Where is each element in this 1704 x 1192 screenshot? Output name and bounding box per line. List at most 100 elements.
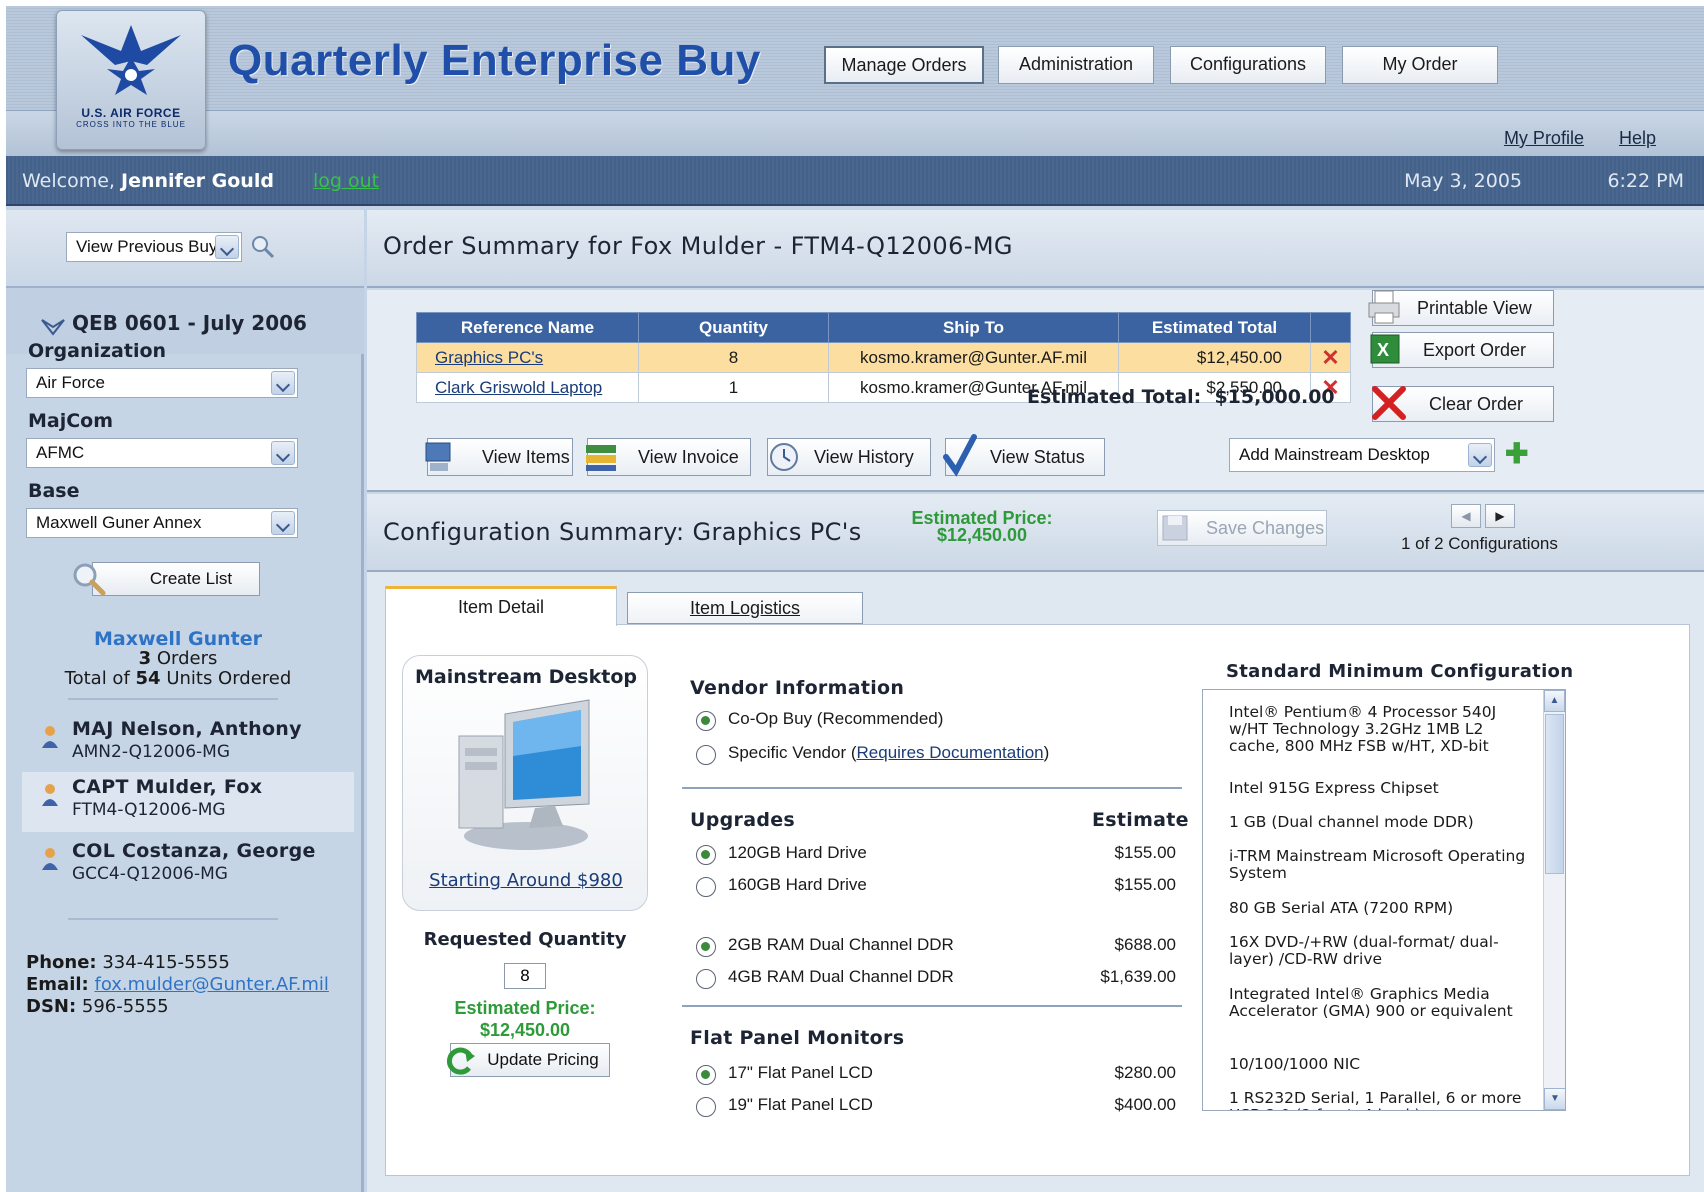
create-list-button[interactable]: Create List (73, 562, 260, 596)
export-order-label: Export Order (1423, 340, 1527, 360)
upgrade-radio[interactable] (696, 877, 716, 897)
scroll-up-icon[interactable]: ▲ (1544, 690, 1565, 712)
quantity-cell: 8 (638, 342, 829, 373)
current-date: May 3, 2005 (1404, 170, 1522, 192)
item-detail-panel: Mainstream Desktop Starting Around $980 (385, 624, 1690, 1176)
scrollbar[interactable]: ▲ ▼ (1543, 690, 1565, 1110)
scroll-down-icon[interactable]: ▼ (1544, 1088, 1565, 1110)
item-price-label: Estimated Price: (454, 998, 596, 1018)
help-link[interactable]: Help (1619, 128, 1656, 148)
co-op-buy-label: Co-Op Buy (Recommended) (728, 709, 944, 728)
ship-to-cell: kosmo.kramer@Gunter.AF.mil (828, 342, 1119, 373)
monitor-radio[interactable] (696, 1097, 716, 1117)
air-force-logo[interactable]: U.S. AIR FORCE CROSS INTO THE BLUE (56, 10, 206, 150)
view-invoice-button[interactable]: View Invoice (586, 438, 751, 476)
app-frame: U.S. AIR FORCE CROSS INTO THE BLUE Quart… (6, 6, 1704, 1192)
delete-icon[interactable]: ✕ (1310, 342, 1351, 373)
upgrade-label: 120GB Hard Drive (728, 843, 867, 862)
person-item-selected[interactable]: CAPT Mulder, Fox FTM4-Q12006-MG (22, 772, 354, 832)
refresh-icon (446, 1047, 475, 1075)
search-icon[interactable] (250, 234, 276, 260)
orders-summary: 3 Orders (6, 648, 350, 669)
requires-documentation-link[interactable]: Requires Documentation (857, 743, 1044, 762)
units-prefix: Total of (64, 668, 130, 689)
upgrade-price: $1,639.00 (1100, 967, 1176, 986)
export-order-button[interactable]: X Export Order (1370, 332, 1554, 368)
clear-order-button[interactable]: Clear Order (1372, 386, 1554, 422)
section-divider (682, 787, 1182, 789)
table-row[interactable]: Graphics PC's 8 kosmo.kramer@Gunter.AF.m… (416, 342, 1351, 373)
requested-quantity-input[interactable] (504, 963, 546, 989)
email-link[interactable]: fox.mulder@Gunter.AF.mil (94, 974, 328, 995)
invoice-icon (586, 445, 616, 471)
my-profile-link[interactable]: My Profile (1504, 128, 1584, 148)
spec-item: i-TRM Mainstream Microsoft Operating Sys… (1229, 847, 1526, 882)
base-select[interactable]: Maxwell Guner Annex (26, 508, 298, 538)
add-plus-icon[interactable]: ✚ (1505, 440, 1528, 468)
add-item-select[interactable]: Add Mainstream Desktop (1229, 438, 1495, 472)
majcom-select[interactable]: AFMC (26, 438, 298, 468)
prev-config-button[interactable]: ◀ (1451, 504, 1481, 528)
spec-item: 80 GB Serial ATA (7200 RPM) (1229, 899, 1454, 917)
update-pricing-button[interactable]: Update Pricing (446, 1043, 610, 1077)
phone-label: Phone: (26, 952, 97, 973)
co-op-buy-radio[interactable] (696, 711, 716, 731)
config-price-block: Estimated Price: $12,450.00 (897, 509, 1067, 544)
monitor-radio[interactable] (696, 1065, 716, 1085)
view-status-button[interactable]: View Status (943, 434, 1105, 477)
person-item[interactable]: MAJ Nelson, Anthony AMN2-Q12006-MG (22, 714, 354, 774)
order-summary-header: Order Summary for Fox Mulder - FTM4-Q120… (367, 210, 1704, 288)
starting-price-link[interactable]: Starting Around $980 (403, 870, 649, 891)
column-header: Reference Name (416, 312, 639, 343)
next-config-button[interactable]: ▶ (1485, 504, 1515, 528)
total-cell: $12,450.00 (1118, 342, 1311, 373)
save-changes-button[interactable]: Save Changes (1157, 510, 1327, 546)
view-items-button[interactable]: View Items (425, 438, 573, 476)
scroll-thumb[interactable] (1545, 714, 1564, 874)
monitors-title: Flat Panel Monitors (690, 1027, 905, 1049)
organization-select[interactable]: Air Force (26, 368, 298, 398)
save-icon (1162, 515, 1188, 541)
nav-my-order[interactable]: My Order (1342, 46, 1498, 84)
printer-icon (1368, 290, 1400, 324)
desktop-computer-icon (458, 699, 590, 850)
specific-vendor-close: ) (1043, 743, 1050, 762)
printable-view-button[interactable]: Printable View (1368, 290, 1554, 326)
view-history-label: View History (814, 447, 914, 467)
nav-configurations[interactable]: Configurations (1170, 46, 1326, 84)
spec-item: 1 GB (Dual channel mode DDR) (1229, 813, 1474, 831)
dsn-value: 596-5555 (81, 996, 169, 1017)
person-item[interactable]: COL Costanza, George GCC4-Q12006-MG (22, 836, 354, 896)
add-item-value: Add Mainstream Desktop (1239, 445, 1430, 464)
magnifier-icon (73, 563, 106, 596)
tab-item-logistics[interactable]: Item Logistics (627, 592, 863, 624)
organization-label: Organization (28, 340, 167, 362)
update-pricing-label: Update Pricing (487, 1050, 599, 1069)
product-card[interactable]: Mainstream Desktop Starting Around $980 (402, 655, 648, 911)
email-line: Email: fox.mulder@Gunter.AF.mil (26, 974, 329, 995)
upgrade-radio[interactable] (696, 969, 716, 989)
spec-item: Intel® Pentium® 4 Processor 540J w/HT Te… (1229, 703, 1497, 755)
logout-link[interactable]: log out (313, 170, 379, 192)
user-icon (42, 784, 58, 806)
specific-vendor-radio[interactable] (696, 745, 716, 765)
phone-line: Phone: 334-415-5555 (26, 952, 230, 973)
upgrade-radio[interactable] (696, 845, 716, 865)
header-band (6, 110, 1704, 156)
tab-item-detail[interactable]: Item Detail (385, 586, 617, 626)
reference-link[interactable]: Graphics PC's (435, 348, 543, 367)
person-code: FTM4-Q12006-MG (72, 800, 226, 820)
view-history-button[interactable]: View History (767, 438, 931, 476)
reference-link[interactable]: Clark Griswold Laptop (435, 378, 602, 397)
sidebar-divider (68, 918, 278, 920)
upgrade-radio[interactable] (696, 937, 716, 957)
quantity-cell: 1 (638, 372, 829, 403)
chevron-down-icon (215, 235, 239, 259)
standard-config-box[interactable]: Intel® Pentium® 4 Processor 540J w/HT Te… (1202, 689, 1566, 1111)
nav-manage-orders[interactable]: Manage Orders (824, 46, 984, 84)
section-divider (682, 1005, 1182, 1007)
view-previous-buy-select[interactable]: View Previous Buy (66, 232, 242, 262)
config-pager: 1 of 2 Configurations (1401, 534, 1558, 553)
nav-administration[interactable]: Administration (998, 46, 1154, 84)
dsn-line: DSN: 596-5555 (26, 996, 169, 1017)
